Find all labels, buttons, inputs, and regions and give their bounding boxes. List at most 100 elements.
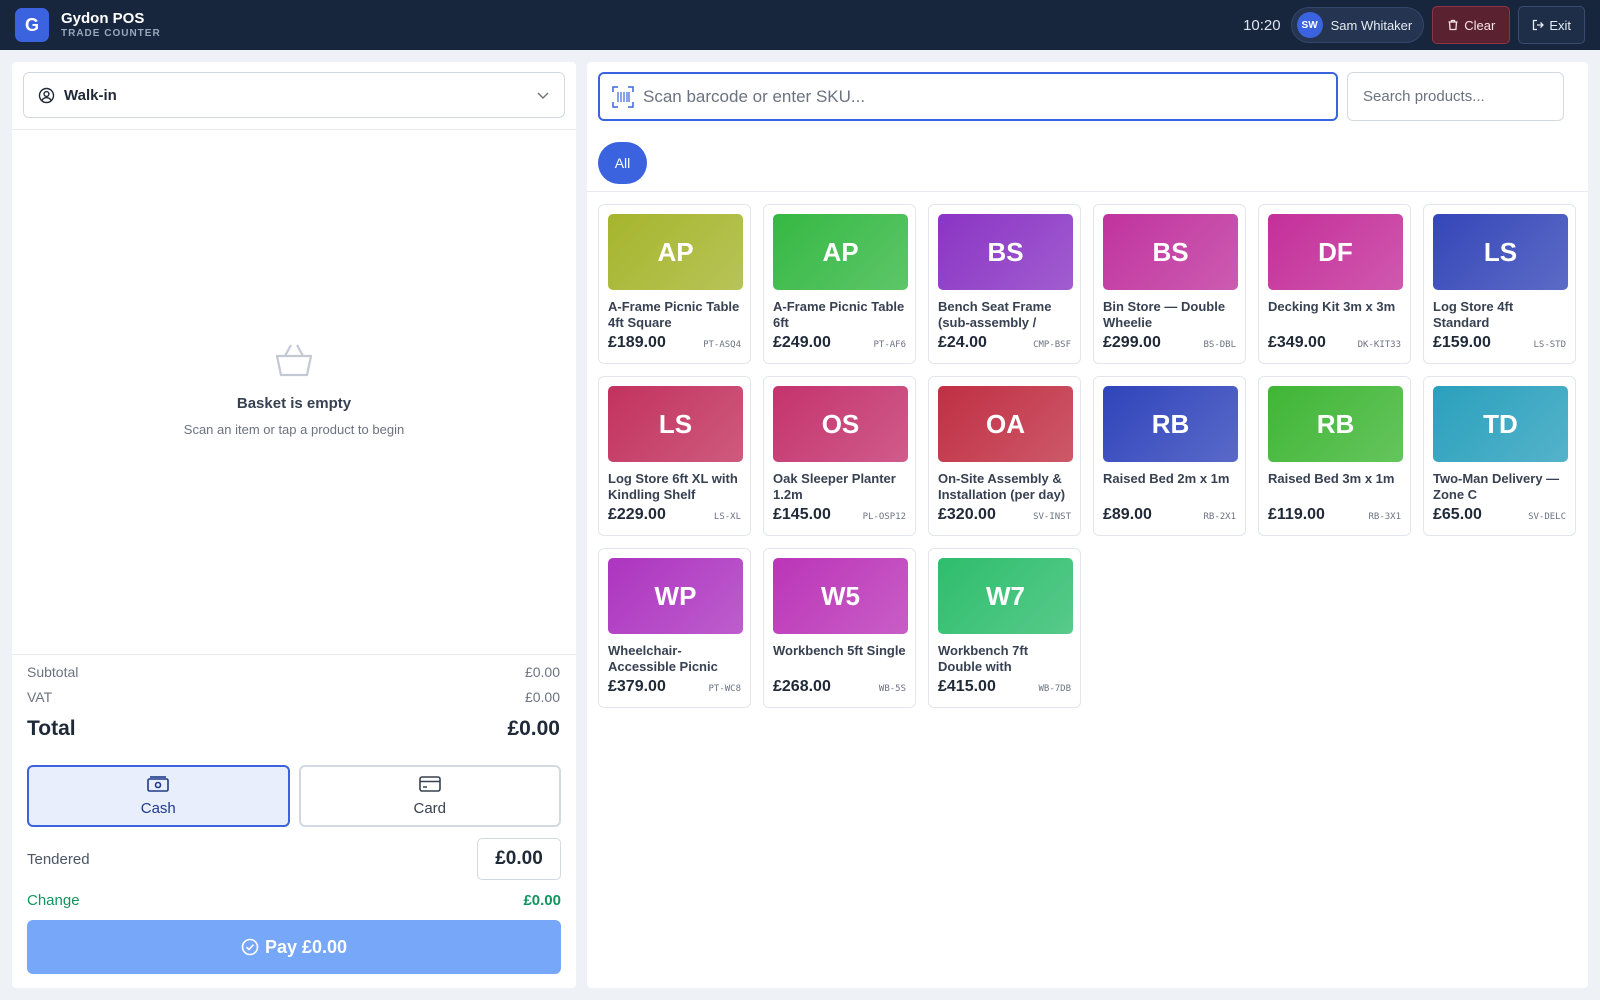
product-price: £299.00 xyxy=(1103,334,1161,351)
product-sku: PT-ASQ4 xyxy=(703,340,741,350)
total-value: £0.00 xyxy=(507,717,560,740)
product-price: £189.00 xyxy=(608,334,666,351)
product-name: Two-Man Delivery — Zone C xyxy=(1433,471,1560,502)
product-card[interactable]: AP A-Frame Picnic Table 4ft Square £189.00… xyxy=(598,204,751,364)
total-label: Total xyxy=(27,717,76,740)
cash-icon xyxy=(147,775,170,792)
product-card[interactable]: WP Wheelchair-Accessible Picnic £379.00 PT-… xyxy=(598,548,751,708)
product-sku: BS-DBL xyxy=(1203,340,1236,350)
product-price: £268.00 xyxy=(773,678,831,695)
customer-select[interactable]: Walk-in xyxy=(23,72,565,118)
product-price: £249.00 xyxy=(773,334,831,351)
product-footer: £119.00 RB-3X1 xyxy=(1268,506,1401,524)
basket-panel: Walk-in Basket is empty Scan an item or … xyxy=(12,62,576,988)
product-card[interactable]: RB Raised Bed 2m x 1m £89.00 RB-2X1 xyxy=(1093,376,1246,536)
product-price: £415.00 xyxy=(938,678,996,695)
product-card[interactable]: AP A-Frame Picnic Table 6ft £249.00 PT-AF6 xyxy=(763,204,916,364)
product-footer: £89.00 RB-2X1 xyxy=(1103,506,1236,524)
change-row: Change £0.00 xyxy=(27,885,561,915)
product-card[interactable]: BS Bench Seat Frame (sub-assembly / £24.00… xyxy=(928,204,1081,364)
app-name: Gydon POS xyxy=(61,9,145,27)
empty-title: Basket is empty xyxy=(236,395,352,412)
product-card[interactable]: RB Raised Bed 3m x 1m £119.00 RB-3X1 xyxy=(1258,376,1411,536)
top-bar: G Gydon POS TRADE COUNTER 10:20 SW Sam W… xyxy=(0,0,1600,50)
vat-label: VAT xyxy=(27,688,53,705)
product-search-input[interactable]: Search products... xyxy=(1347,72,1564,121)
product-footer: £249.00 PT-AF6 xyxy=(773,334,906,352)
product-name: Raised Bed 3m x 1m xyxy=(1268,471,1395,486)
product-card[interactable]: TD Two-Man Delivery — Zone C £65.00 SV-DELC xyxy=(1423,376,1576,536)
product-name: Log Store 4ft Standard xyxy=(1433,299,1514,330)
product-name: Decking Kit 3m x 3m xyxy=(1268,299,1396,314)
filter-all[interactable]: All xyxy=(598,142,647,184)
user-menu[interactable]: SW Sam Whitaker xyxy=(1290,7,1425,43)
chevron-down-icon xyxy=(537,92,549,99)
change-value: £0.00 xyxy=(523,891,561,909)
pay-button[interactable]: Pay £0.00 xyxy=(27,920,561,974)
product-card[interactable]: LS Log Store 6ft XL with Kindling Shelf £2… xyxy=(598,376,751,536)
product-footer: £229.00 LS-XL xyxy=(608,506,741,524)
product-price: £159.00 xyxy=(1433,334,1491,351)
product-footer: £299.00 BS-DBL xyxy=(1103,334,1236,352)
trash-icon xyxy=(1448,19,1458,31)
product-tile: LS xyxy=(1433,214,1568,290)
subtotal-value: £0.00 xyxy=(524,663,560,680)
pay-label: Pay £0.00 xyxy=(264,936,348,957)
product-name: Oak Sleeper Planter 1.2m xyxy=(773,471,896,502)
product-tile: W7 xyxy=(938,558,1073,634)
tendered-input[interactable]: £0.00 xyxy=(477,838,561,880)
app-subtitle: TRADE COUNTER xyxy=(61,27,161,39)
product-tile: OS xyxy=(773,386,908,462)
avatar: SW xyxy=(1296,12,1323,38)
vat-value: £0.00 xyxy=(524,688,560,705)
product-name: Bin Store — Double Wheelie xyxy=(1103,299,1226,330)
product-price: £89.00 xyxy=(1103,506,1152,523)
total-row: Total £0.00 xyxy=(27,709,560,749)
product-name: Raised Bed 2m x 1m xyxy=(1103,471,1230,486)
product-tile: OA xyxy=(938,386,1073,462)
product-price: £320.00 xyxy=(938,506,996,523)
divider xyxy=(12,654,576,655)
product-card[interactable]: W7 Workbench 7ft Double with Backboard £41… xyxy=(928,548,1081,708)
product-card[interactable]: W5 Workbench 5ft Single £268.00 WB-5S xyxy=(763,548,916,708)
product-tile: AP xyxy=(608,214,743,290)
product-tile: WP xyxy=(608,558,743,634)
card-button[interactable]: Card xyxy=(298,765,561,827)
product-tile: DF xyxy=(1268,214,1403,290)
product-price: £349.00 xyxy=(1268,334,1326,351)
product-name: On-Site Assembly & Installation (per day… xyxy=(938,471,1066,502)
product-card[interactable]: BS Bin Store — Double Wheelie £299.00 BS-DB… xyxy=(1093,204,1246,364)
product-name: Wheelchair-Accessible Picnic xyxy=(608,643,718,674)
product-footer: £268.00 WB-5S xyxy=(773,678,906,696)
logout-icon xyxy=(1533,19,1545,31)
product-footer: £159.00 LS-STD xyxy=(1433,334,1566,352)
cash-button[interactable]: Cash xyxy=(27,765,290,827)
product-card[interactable]: LS Log Store 4ft Standard £159.00 LS-STD xyxy=(1423,204,1576,364)
product-price: £379.00 xyxy=(608,678,666,695)
clear-label: Clear xyxy=(1464,17,1496,33)
subtotal-row: Subtotal £0.00 xyxy=(27,659,560,684)
tendered-label: Tendered xyxy=(27,850,90,868)
header-actions: 10:20 SW Sam Whitaker Clear Exit xyxy=(1243,6,1585,44)
empty-subtitle: Scan an item or tap a product to begin xyxy=(183,422,405,437)
barcode-input[interactable]: Scan barcode or enter SKU... xyxy=(598,72,1338,121)
product-sku: DK-KIT33 xyxy=(1357,340,1401,350)
product-tile: BS xyxy=(1103,214,1238,290)
divider xyxy=(12,129,576,130)
divider xyxy=(587,191,1588,192)
clear-button[interactable]: Clear xyxy=(1432,6,1511,44)
product-card[interactable]: OS Oak Sleeper Planter 1.2m £145.00 PL-OSP1… xyxy=(763,376,916,536)
exit-button[interactable]: Exit xyxy=(1518,6,1585,44)
product-tile: LS xyxy=(608,386,743,462)
payment-methods: Cash Card xyxy=(27,765,561,827)
product-tile: TD xyxy=(1433,386,1568,462)
product-card[interactable]: DF Decking Kit 3m x 3m £349.00 DK-KIT33 xyxy=(1258,204,1411,364)
product-sku: PT-WC8 xyxy=(708,684,741,694)
user-circle-icon xyxy=(38,87,55,103)
product-price: £24.00 xyxy=(938,334,987,351)
barcode-placeholder: Scan barcode or enter SKU... xyxy=(643,86,866,106)
product-sku: LS-XL xyxy=(713,512,741,522)
product-grid: AP A-Frame Picnic Table 4ft Square £189.00… xyxy=(598,204,1576,708)
product-card[interactable]: OA On-Site Assembly & Installation (per d… xyxy=(928,376,1081,536)
card-icon xyxy=(418,775,441,792)
